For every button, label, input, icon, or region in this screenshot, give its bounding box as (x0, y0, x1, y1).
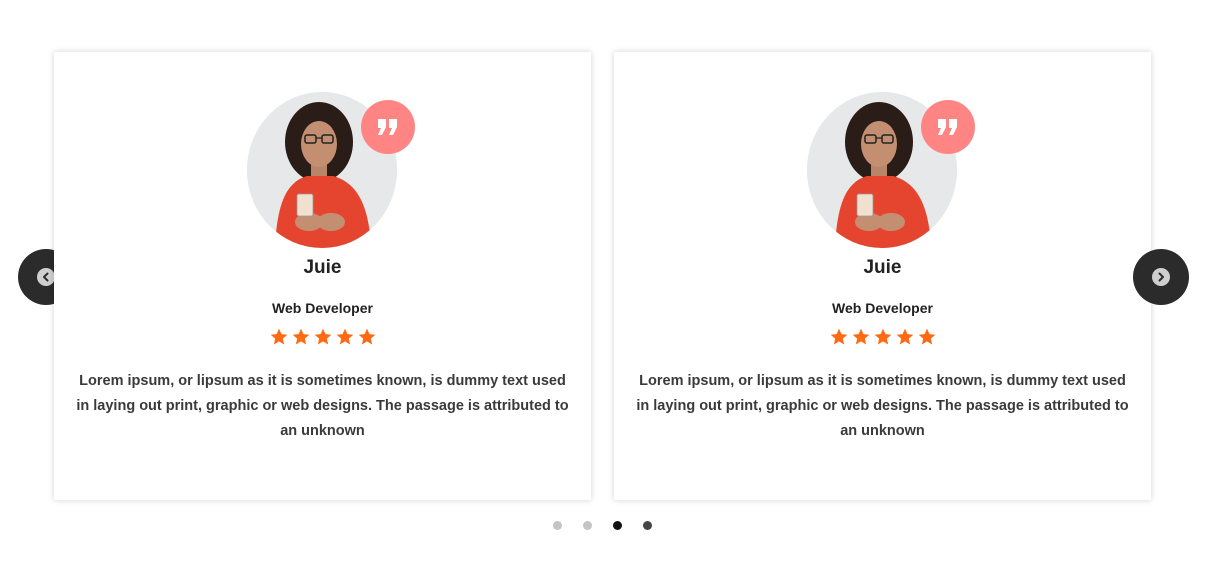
quote-icon (921, 100, 975, 154)
testimonial-text: Lorem ipsum, or lipsum as it is sometime… (76, 373, 569, 439)
pagination-dots (553, 521, 652, 530)
pagination-dot-2[interactable] (583, 521, 592, 530)
testimonial-name: Juie (863, 257, 902, 278)
pagination-dot-3[interactable] (613, 521, 622, 530)
chevron-left-icon (37, 268, 55, 286)
star-icon (336, 328, 353, 345)
star-icon (358, 328, 375, 345)
testimonial-name: Juie (303, 257, 342, 278)
testimonial-card: Juie Web Developer Lorem ipsum, or lipsu… (54, 52, 591, 500)
rating-stars (614, 327, 1151, 347)
pagination-dot-1[interactable] (553, 521, 562, 530)
testimonial-slider: Juie Web Developer Lorem ipsum, or lipsu… (0, 0, 1218, 579)
star-icon (292, 328, 309, 345)
star-icon (830, 328, 847, 345)
pagination-dot-4[interactable] (643, 521, 652, 530)
star-icon (314, 328, 331, 345)
star-icon (874, 328, 891, 345)
next-slide-button[interactable] (1133, 249, 1189, 305)
chevron-right-icon (1152, 268, 1170, 286)
testimonial-text: Lorem ipsum, or lipsum as it is sometime… (636, 373, 1129, 439)
star-icon (918, 328, 935, 345)
testimonial-role: Web Developer (832, 300, 933, 316)
star-icon (270, 328, 287, 345)
quote-icon (361, 100, 415, 154)
star-icon (852, 328, 869, 345)
testimonial-role: Web Developer (272, 300, 373, 316)
rating-stars (54, 327, 591, 347)
star-icon (896, 328, 913, 345)
avatar-wrapper (247, 92, 415, 248)
avatar-wrapper (807, 92, 975, 248)
testimonial-card: Juie Web Developer Lorem ipsum, or lipsu… (614, 52, 1151, 500)
